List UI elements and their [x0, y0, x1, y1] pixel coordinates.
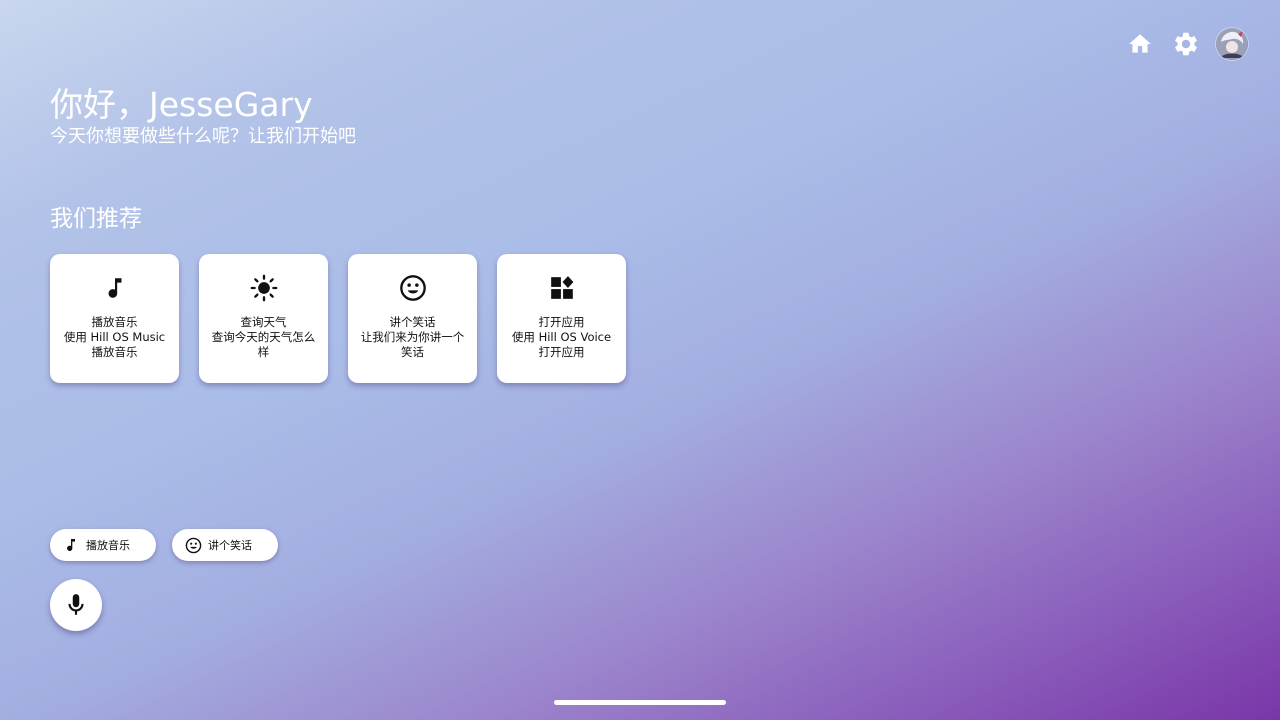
card-desc-line: 打开应用 — [538, 345, 585, 359]
card-desc-line: 使用 Hill OS Voice — [511, 330, 612, 344]
greeting-subtitle: 今天你想要做些什么呢？让我们开始吧 — [50, 126, 356, 147]
card-text: 打开应用 使用 Hill OS Voice 打开应用 — [506, 315, 617, 360]
card-desc-line: 笑话 — [401, 345, 424, 359]
card-title: 讲个笑话 — [389, 315, 436, 329]
smiley-icon — [184, 536, 202, 554]
card-open-app[interactable]: 打开应用 使用 Hill OS Voice 打开应用 — [497, 254, 626, 383]
card-text: 讲个笑话 让我们来为你讲一个 笑话 — [355, 315, 471, 360]
home-button[interactable] — [1124, 28, 1156, 60]
home-indicator-bar[interactable] — [554, 700, 726, 705]
greeting-title: 你好，JesseGary — [50, 85, 313, 124]
microphone-icon — [68, 594, 84, 615]
card-weather[interactable]: 查询天气 查询今天的天气怎么 样 — [199, 254, 328, 383]
settings-button[interactable] — [1170, 28, 1202, 60]
card-title: 打开应用 — [538, 315, 585, 329]
suggestion-chips: 播放音乐 讲个笑话 — [50, 529, 278, 561]
recommend-title: 我们推荐 — [50, 206, 142, 232]
avatar-image — [1216, 28, 1248, 60]
chip-label: 播放音乐 — [86, 539, 130, 552]
music-note-icon — [101, 274, 129, 302]
chip-joke[interactable]: 讲个笑话 — [172, 529, 278, 561]
card-desc-line: 使用 Hill OS Music — [63, 330, 166, 344]
card-text: 查询天气 查询今天的天气怎么 样 — [206, 315, 322, 360]
microphone-button[interactable] — [50, 579, 102, 631]
card-joke[interactable]: 讲个笑话 让我们来为你讲一个 笑话 — [348, 254, 477, 383]
top-actions — [1124, 28, 1248, 60]
card-text: 播放音乐 使用 Hill OS Music 播放音乐 — [58, 315, 171, 360]
card-play-music[interactable]: 播放音乐 使用 Hill OS Music 播放音乐 — [50, 254, 179, 383]
chip-label: 讲个笑话 — [208, 539, 252, 552]
user-avatar[interactable] — [1216, 28, 1248, 60]
card-desc-line: 让我们来为你讲一个 — [360, 330, 465, 344]
chip-play-music[interactable]: 播放音乐 — [50, 529, 156, 561]
card-title: 播放音乐 — [91, 315, 138, 329]
card-desc-line: 样 — [257, 345, 270, 359]
sun-icon — [250, 274, 278, 302]
home-icon — [1129, 34, 1151, 53]
card-title: 查询天气 — [240, 315, 287, 329]
recommend-cards: 播放音乐 使用 Hill OS Music 播放音乐 查询天气 查询今天的天气怎… — [50, 254, 626, 383]
greeting: 你好，JesseGary 今天你想要做些什么呢？让我们开始吧 — [50, 84, 356, 148]
gear-icon — [1175, 32, 1197, 56]
apps-icon — [548, 274, 576, 302]
smiley-icon — [399, 274, 427, 302]
card-desc-line: 播放音乐 — [91, 345, 138, 359]
card-desc-line: 查询今天的天气怎么 — [211, 330, 316, 344]
music-note-icon — [62, 536, 80, 554]
